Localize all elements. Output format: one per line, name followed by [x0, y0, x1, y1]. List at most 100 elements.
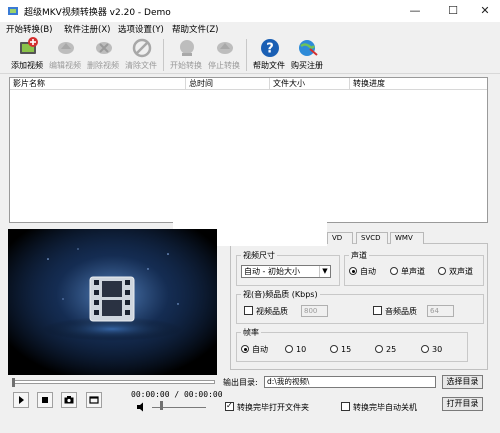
volume-handle[interactable] [160, 401, 163, 410]
file-list[interactable]: 影片名称 总时间 文件大小 转换进度 [9, 77, 488, 223]
checkbox-checked-icon [225, 401, 234, 411]
playback-time: 00:00:00 / 00:00:00 [131, 390, 223, 399]
dropdown-arrow-icon: ▼ [319, 266, 330, 277]
radio-icon [421, 345, 429, 353]
column-file-size[interactable]: 文件大小 [270, 78, 350, 90]
radio-icon [375, 345, 383, 353]
seek-handle[interactable] [12, 378, 15, 387]
fullscreen-icon [89, 396, 99, 404]
audio-quality-label: 音频品质 [385, 307, 417, 316]
clear-files-label: 清除文件 [125, 61, 157, 70]
framerate-15-radio[interactable]: 15 [330, 345, 351, 355]
stop-convert-label: 停止转换 [208, 61, 240, 70]
checkbox-icon [244, 306, 253, 315]
close-button[interactable]: ✕ [468, 0, 500, 22]
shutdown-after-label: 转换完毕自动关机 [353, 403, 417, 412]
film-reel-illustration [8, 229, 217, 375]
stop-button[interactable] [37, 392, 53, 408]
start-convert-icon [180, 40, 194, 56]
open-dir-button[interactable]: 打开目录 [442, 397, 483, 411]
framerate-group: 帧率 自动 10 15 25 30 [236, 327, 468, 362]
video-size-group: 视频尺寸 自动 - 初始大小 ▼ [236, 250, 340, 286]
column-file-name[interactable]: 影片名称 [10, 78, 186, 90]
menu-help[interactable]: 帮助文件(Z) [172, 23, 218, 35]
framerate-25-label: 25 [386, 345, 397, 354]
column-total-time[interactable]: 总时间 [186, 78, 270, 90]
framerate-25-radio[interactable]: 25 [375, 345, 396, 355]
snapshot-button[interactable] [61, 392, 77, 408]
video-quality-input[interactable]: 800 [301, 305, 328, 317]
open-folder-after-label: 转换完毕打开文件夹 [237, 403, 309, 412]
checkbox-icon [373, 306, 382, 315]
file-list-header: 影片名称 总时间 文件大小 转换进度 [10, 78, 487, 90]
stop-icon [42, 397, 48, 403]
menu-start-convert[interactable]: 开始转换(B) [6, 23, 52, 35]
add-video-icon [20, 37, 38, 54]
framerate-30-label: 30 [432, 345, 443, 354]
settings-panel: 视频尺寸 自动 - 初始大小 ▼ 声道 自动 单声道 双声道 视(音)频品质 (… [230, 243, 488, 370]
buy-register-label: 购买注册 [291, 61, 323, 70]
minimize-button[interactable]: — [398, 0, 432, 22]
svg-text:?: ? [266, 42, 274, 57]
title-bar: 超级MKV视频转换器 v2.20 - Demo — ☐ ✕ [0, 0, 500, 22]
buy-register-button[interactable]: 购买注册 [287, 36, 327, 74]
radio-icon [241, 345, 249, 353]
output-dir-input[interactable]: d:\我的视频\ [264, 376, 436, 388]
video-quality-checkbox[interactable]: 视频品质 [244, 306, 288, 317]
menu-options[interactable]: 选项设置(Y) [118, 23, 164, 35]
tab-vcd[interactable]: VD [327, 232, 353, 244]
framerate-10-label: 10 [296, 345, 307, 354]
channel-mono-radio[interactable]: 单声道 [390, 267, 425, 277]
radio-icon [438, 267, 446, 275]
menu-bar: 开始转换(B) 软件注册(X) 选项设置(Y) 帮助文件(Z) [0, 22, 500, 36]
tab-svcd[interactable]: SVCD [356, 232, 388, 244]
audio-quality-checkbox[interactable]: 音频品质 [373, 306, 417, 317]
app-icon [8, 7, 18, 15]
channel-auto-label: 自动 [360, 267, 376, 276]
video-size-value: 自动 - 初始大小 [244, 267, 300, 276]
radio-icon [330, 345, 338, 353]
clear-files-button[interactable]: 清除文件 [121, 36, 161, 74]
play-button[interactable] [13, 392, 29, 408]
fullscreen-button[interactable] [86, 392, 102, 408]
channel-stereo-radio[interactable]: 双声道 [438, 267, 473, 277]
seek-bar[interactable] [13, 380, 215, 384]
volume-icon[interactable] [136, 402, 148, 412]
channel-stereo-label: 双声道 [449, 267, 473, 276]
video-preview [8, 229, 217, 375]
open-folder-after-checkbox[interactable]: 转换完毕打开文件夹 [225, 401, 309, 413]
radio-icon [285, 345, 293, 353]
framerate-auto-radio[interactable]: 自动 [241, 345, 268, 355]
quality-legend: 视(音)频品质 (Kbps) [241, 289, 320, 300]
play-icon [19, 396, 24, 404]
audio-quality-input[interactable]: 64 [427, 305, 454, 317]
framerate-10-radio[interactable]: 10 [285, 345, 306, 355]
channel-mono-label: 单声道 [401, 267, 425, 276]
video-quality-label: 视频品质 [256, 307, 288, 316]
radio-icon [349, 267, 357, 275]
channel-legend: 声道 [349, 250, 369, 261]
channel-group: 声道 自动 单声道 双声道 [344, 250, 484, 286]
framerate-30-radio[interactable]: 30 [421, 345, 442, 355]
shutdown-after-checkbox[interactable]: 转换完毕自动关机 [341, 402, 417, 413]
help-icon: ? [261, 39, 279, 57]
edit-video-icon [58, 42, 74, 54]
video-size-select[interactable]: 自动 - 初始大小 ▼ [241, 265, 331, 278]
checkbox-icon [341, 402, 350, 411]
delete-video-icon [96, 42, 112, 54]
tab-wmv[interactable]: WMV [390, 232, 424, 244]
quality-group: 视(音)频品质 (Kbps) 视频品质 800 音频品质 64 [236, 289, 484, 324]
window-title: 超级MKV视频转换器 v2.20 - Demo [24, 8, 171, 18]
framerate-15-label: 15 [341, 345, 352, 354]
camera-icon [64, 396, 74, 404]
channel-auto-radio[interactable]: 自动 [349, 267, 376, 277]
framerate-auto-label: 自动 [252, 345, 268, 354]
stop-convert-button[interactable]: 停止转换 [204, 36, 244, 74]
radio-icon [390, 267, 398, 275]
choose-dir-button[interactable]: 选择目录 [442, 375, 483, 389]
column-progress[interactable]: 转换进度 [350, 78, 487, 90]
menu-register[interactable]: 软件注册(X) [64, 23, 110, 35]
maximize-button[interactable]: ☐ [436, 0, 470, 22]
stop-convert-icon [217, 42, 233, 54]
framerate-legend: 帧率 [241, 327, 261, 338]
